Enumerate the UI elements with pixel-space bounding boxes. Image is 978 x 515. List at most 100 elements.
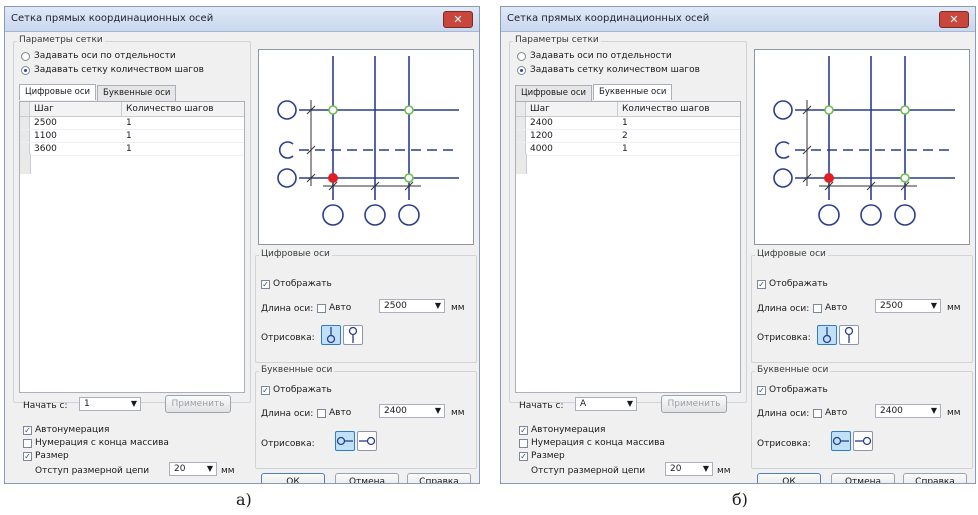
row-header[interactable]	[20, 117, 30, 129]
radio-button[interactable]	[517, 65, 526, 75]
dropdown-arrow-icon[interactable]: ▼	[627, 399, 633, 408]
checkbox[interactable]: ✓	[519, 451, 528, 461]
axis-marker-left-button[interactable]	[831, 431, 851, 451]
close-button[interactable]: ✕	[443, 11, 473, 28]
axis-marker-bottom-button[interactable]	[321, 325, 341, 345]
help-button[interactable]: Справка	[903, 473, 967, 483]
radio-button[interactable]	[21, 51, 30, 61]
checkbox[interactable]	[317, 408, 326, 418]
radio-button[interactable]	[517, 51, 526, 61]
dropdown-arrow-icon[interactable]: ▼	[435, 406, 441, 415]
digital-length-combo[interactable]: 2500 ▼	[875, 299, 941, 313]
checkbox[interactable]: ✓	[23, 451, 32, 461]
checkbox[interactable]	[519, 438, 528, 448]
offset-combo[interactable]: 20 ▼	[665, 462, 713, 476]
checkbox-label: Нумерация с конца массива	[531, 438, 665, 448]
checkbox[interactable]: ✓	[261, 279, 270, 289]
size-checkbox[interactable]: ✓ Размер	[519, 451, 565, 461]
count-cell[interactable]: 1	[122, 130, 242, 142]
axis-marker-top-button[interactable]	[343, 325, 363, 345]
checkbox[interactable]	[813, 303, 822, 313]
table-row[interactable]: 2500 1	[20, 117, 244, 130]
letter-length-combo[interactable]: 2400 ▼	[875, 404, 941, 418]
axis-marker-left-button[interactable]	[335, 431, 355, 451]
table-row[interactable]: 4000 1	[516, 143, 740, 156]
step-cell[interactable]: 2400	[526, 117, 618, 129]
checkbox[interactable]: ✓	[757, 385, 766, 395]
tab-letter-axes[interactable]: Буквенные оси	[97, 85, 177, 101]
cancel-button[interactable]: Отмена	[335, 473, 399, 483]
tab-letter-axes[interactable]: Буквенные оси	[593, 84, 673, 100]
apply-button[interactable]: Применить	[661, 395, 727, 413]
cancel-button[interactable]: Отмена	[831, 473, 895, 483]
apply-button[interactable]: Применить	[165, 395, 231, 413]
checkbox[interactable]: ✓	[261, 385, 270, 395]
dropdown-arrow-icon[interactable]: ▼	[703, 464, 709, 473]
start-with-combo[interactable]: 1 ▼	[79, 397, 141, 411]
table-row[interactable]: 1200 2	[516, 130, 740, 143]
step-cell[interactable]: 1100	[30, 130, 122, 142]
row-header[interactable]	[20, 130, 30, 142]
count-cell[interactable]: 1	[122, 117, 242, 129]
radio-separate-axes[interactable]: Задавать оси по отдельности	[517, 51, 672, 61]
digital-length-combo[interactable]: 2500 ▼	[379, 299, 445, 313]
axis-marker-top-button[interactable]	[839, 325, 859, 345]
count-cell[interactable]: 1	[618, 143, 738, 155]
letter-auto-checkbox[interactable]: Авто	[317, 408, 351, 418]
count-cell[interactable]: 2	[618, 130, 738, 142]
step-cell[interactable]: 3600	[30, 143, 122, 155]
radio-count-steps[interactable]: Задавать сетку количеством шагов	[21, 65, 204, 75]
checkbox[interactable]: ✓	[23, 425, 32, 435]
axis-marker-right-button[interactable]	[357, 431, 377, 451]
axis-marker-bottom-button[interactable]	[817, 325, 837, 345]
dropdown-arrow-icon[interactable]: ▼	[931, 301, 937, 310]
radio-count-steps[interactable]: Задавать сетку количеством шагов	[517, 65, 700, 75]
table-row[interactable]: 1100 1	[20, 130, 244, 143]
checkbox-label: Автонумерация	[35, 425, 110, 435]
step-cell[interactable]: 4000	[526, 143, 618, 155]
ok-button[interactable]: ОК	[261, 473, 325, 483]
start-with-combo[interactable]: A ▼	[575, 397, 637, 411]
checkbox-label: Авто	[329, 303, 352, 313]
help-button[interactable]: Справка	[407, 473, 471, 483]
step-cell[interactable]: 1200	[526, 130, 618, 142]
row-header[interactable]	[516, 130, 526, 142]
dropdown-arrow-icon[interactable]: ▼	[435, 301, 441, 310]
letter-length-combo[interactable]: 2400 ▼	[379, 404, 445, 418]
axis-marker-right-button[interactable]	[853, 431, 873, 451]
autonumbering-checkbox[interactable]: ✓ Автонумерация	[519, 425, 605, 435]
table-row[interactable]: 3600 1	[20, 143, 244, 156]
radio-button[interactable]	[21, 65, 30, 75]
step-cell[interactable]: 2500	[30, 117, 122, 129]
close-button[interactable]: ✕	[939, 11, 969, 28]
dropdown-arrow-icon[interactable]: ▼	[931, 406, 937, 415]
table-row[interactable]: 2400 1	[516, 117, 740, 130]
row-header[interactable]	[516, 117, 526, 129]
offset-combo[interactable]: 20 ▼	[169, 462, 217, 476]
radio-separate-axes[interactable]: Задавать оси по отдельности	[21, 51, 176, 61]
checkbox[interactable]: ✓	[519, 425, 528, 435]
checkbox[interactable]	[23, 438, 32, 448]
autonumbering-checkbox[interactable]: ✓ Автонумерация	[23, 425, 109, 435]
digital-show-checkbox[interactable]: ✓ Отображать	[261, 279, 332, 289]
numbering-from-end-checkbox[interactable]: Нумерация с конца массива	[23, 438, 169, 448]
dropdown-arrow-icon[interactable]: ▼	[207, 464, 213, 473]
digital-auto-checkbox[interactable]: Авто	[317, 303, 351, 313]
checkbox[interactable]: ✓	[757, 279, 766, 289]
numbering-from-end-checkbox[interactable]: Нумерация с конца массива	[519, 438, 665, 448]
letter-auto-checkbox[interactable]: Авто	[813, 408, 847, 418]
digital-auto-checkbox[interactable]: Авто	[813, 303, 847, 313]
tab-digital-axes[interactable]: Цифровые оси	[515, 85, 593, 101]
ok-button[interactable]: ОК	[757, 473, 821, 483]
size-checkbox[interactable]: ✓ Размер	[23, 451, 69, 461]
letter-show-checkbox[interactable]: ✓ Отображать	[757, 385, 828, 395]
tab-digital-axes[interactable]: Цифровые оси	[19, 84, 97, 100]
count-cell[interactable]: 1	[618, 117, 738, 129]
letter-show-checkbox[interactable]: ✓ Отображать	[261, 385, 332, 395]
digital-show-checkbox[interactable]: ✓ Отображать	[757, 279, 828, 289]
count-cell[interactable]: 1	[122, 143, 242, 155]
checkbox[interactable]	[317, 303, 326, 313]
checkbox[interactable]	[813, 408, 822, 418]
axis-tabs: Цифровые оси Буквенные оси	[19, 84, 177, 101]
dropdown-arrow-icon[interactable]: ▼	[131, 399, 137, 408]
